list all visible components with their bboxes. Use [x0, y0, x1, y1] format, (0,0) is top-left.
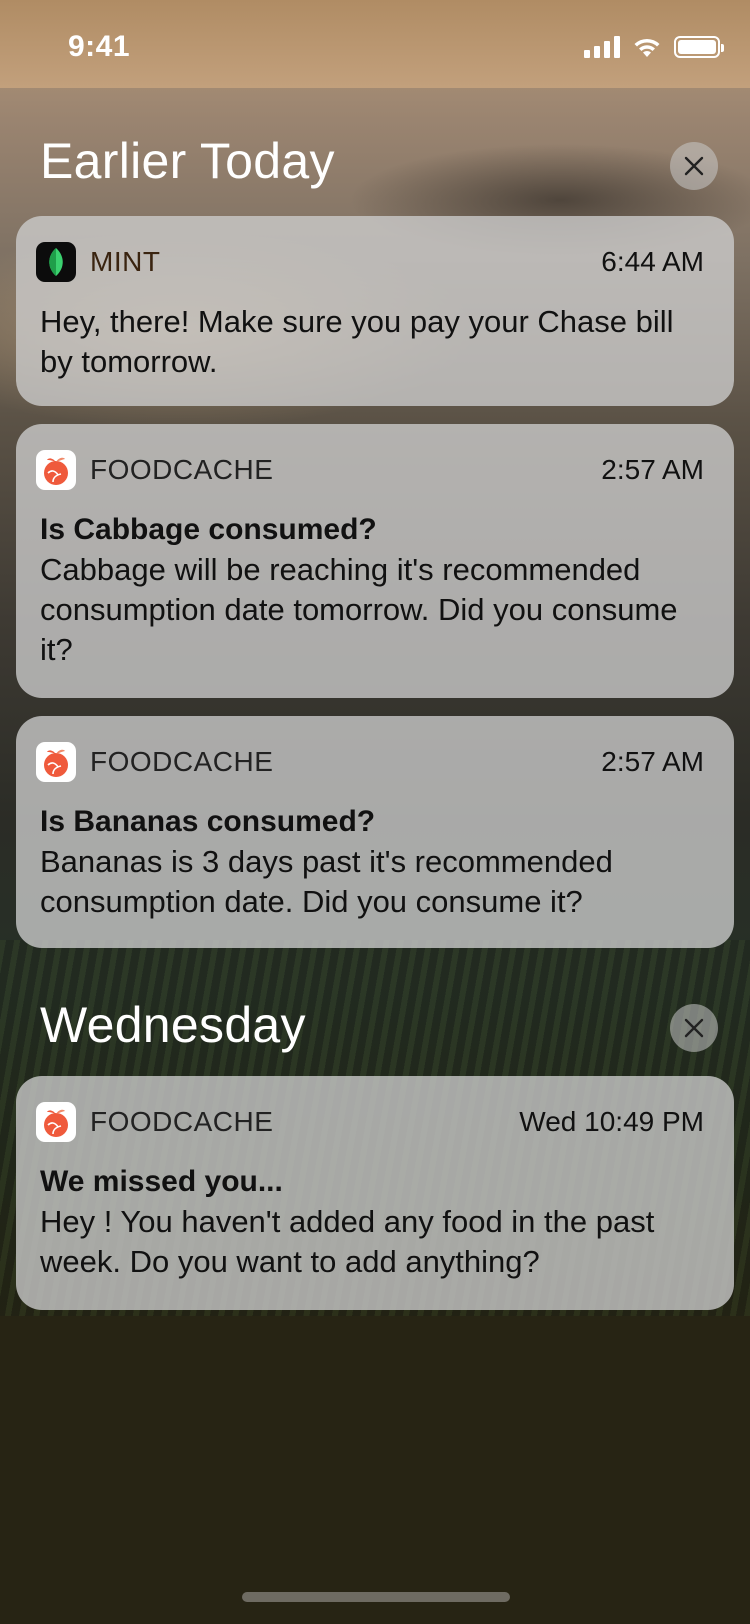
- notification-time: Wed 10:49 PM: [519, 1106, 704, 1137]
- notification-body: Bananas is 3 days past it's recommended …: [40, 844, 613, 919]
- notification-card-foodcache-bananas[interactable]: FOODCACHE 2:57 AM Is Bananas consumed? B…: [16, 716, 734, 948]
- notification-title: Is Bananas consumed?: [40, 805, 376, 838]
- notification-body: Hey, there! Make sure you pay your Chase…: [40, 304, 674, 379]
- section-title-earlier-today: Earlier Today: [40, 133, 335, 189]
- foodcache-fruit-icon: [36, 742, 76, 782]
- notification-card-foodcache-missed[interactable]: FOODCACHE Wed 10:49 PM We missed you... …: [16, 1076, 734, 1310]
- status-bar: 9:41: [0, 0, 750, 88]
- mint-leaf-icon: [36, 242, 76, 282]
- notification-time: 2:57 AM: [601, 746, 704, 777]
- status-time: 9:41: [68, 30, 131, 63]
- wifi-icon: [634, 38, 660, 57]
- app-name: FOODCACHE: [90, 454, 274, 485]
- notification-time: 2:57 AM: [601, 454, 704, 485]
- notification-card-foodcache-cabbage[interactable]: FOODCACHE 2:57 AM Is Cabbage consumed? C…: [16, 424, 734, 698]
- notification-body: Hey ! You haven't added any food in the …: [40, 1204, 655, 1279]
- foodcache-fruit-icon: [36, 450, 76, 490]
- notification-body: Cabbage will be reaching it's recommende…: [40, 552, 678, 667]
- notification-time: 6:44 AM: [601, 246, 704, 277]
- close-icon: [684, 1018, 704, 1038]
- foodcache-fruit-icon: [36, 1102, 76, 1142]
- app-name: FOODCACHE: [90, 1106, 274, 1137]
- notification-title: Is Cabbage consumed?: [40, 513, 377, 546]
- clear-earlier-today-button[interactable]: [670, 142, 718, 190]
- clear-wednesday-button[interactable]: [670, 1004, 718, 1052]
- section-title-wednesday: Wednesday: [40, 997, 306, 1053]
- notification-card-mint[interactable]: MINT 6:44 AM Hey, there! Make sure you p…: [16, 216, 734, 406]
- app-name: MINT: [90, 246, 161, 277]
- app-name: FOODCACHE: [90, 746, 274, 777]
- battery-icon: [674, 36, 724, 58]
- close-icon: [684, 156, 704, 176]
- notification-title: We missed you...: [40, 1165, 283, 1198]
- home-indicator[interactable]: [242, 1592, 510, 1602]
- status-icons: [584, 32, 724, 62]
- cellular-signal-icon: [584, 36, 620, 58]
